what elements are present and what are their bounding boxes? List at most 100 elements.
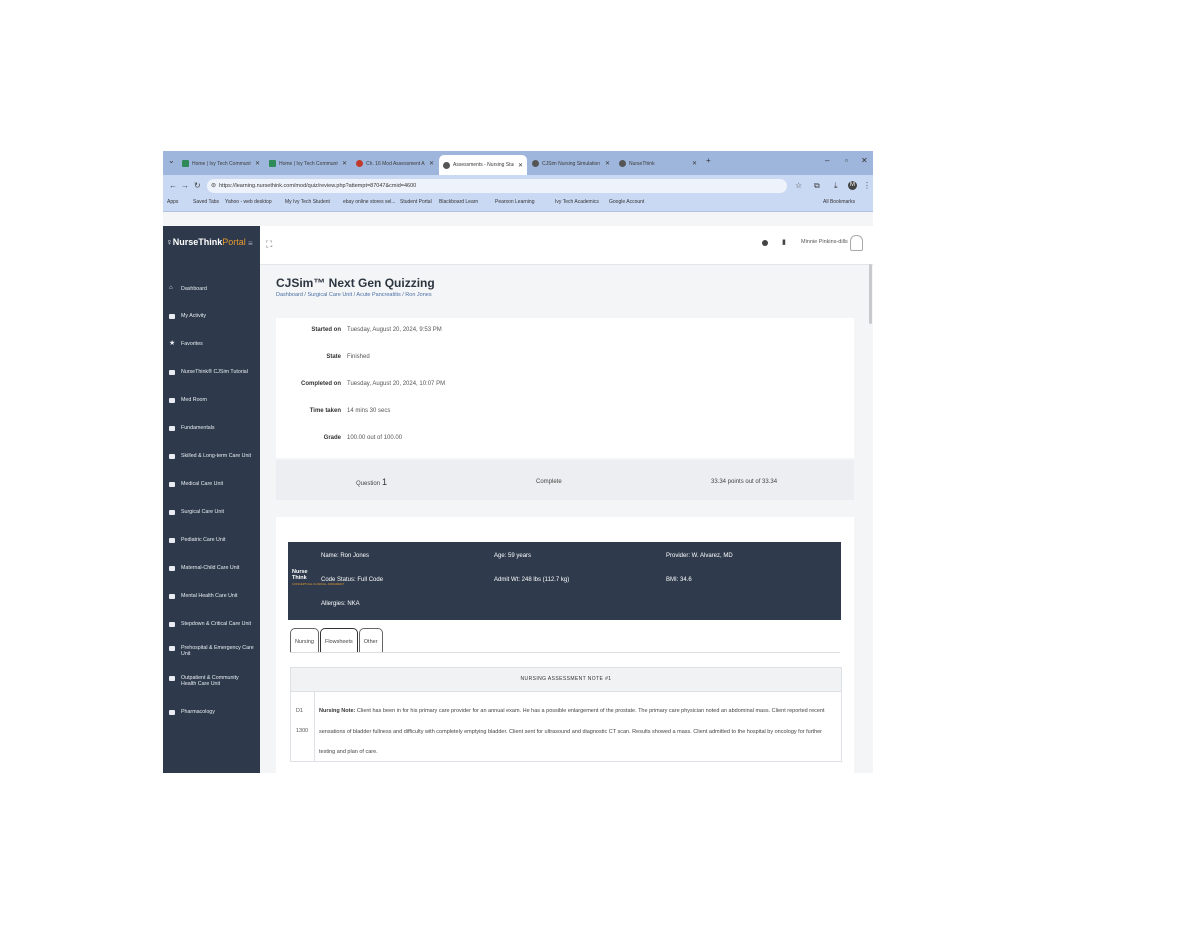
summary-label: State [326,354,341,360]
patient-banner: Nurse Think CONCEPTUAL CLINICAL JUDGMENT… [288,542,841,620]
sidebar-item-medical-care[interactable]: Medical Care Unit [169,481,255,487]
summary-label: Started on [311,327,341,333]
question-panel: Nurse Think CONCEPTUAL CLINICAL JUDGMENT… [276,517,854,773]
sidebar-item-outpatient-community[interactable]: Outpatient & Community Health Care Unit [169,675,255,687]
browser-tab-3[interactable]: Ch. 16 Mod Assessment Ans ✕ [352,154,438,173]
tab-title: Ch. 16 Mod Assessment Ans [366,160,425,167]
close-icon[interactable]: ✕ [518,162,523,169]
sidebar-item-prehospital-emergency[interactable]: Prehospital & Emergency Care Unit [169,645,255,657]
sidebar-item-maternal-child[interactable]: Maternal-Child Care Unit [169,565,255,571]
user-name[interactable]: Minnie Pinkins-dills [801,239,848,245]
tab-divider [290,652,840,653]
sidebar-item-label: Favorites [181,341,203,347]
favicon-icon [182,160,189,167]
browser-tab-active[interactable]: Assessments - Nursing Studen ✕ [439,155,527,175]
new-tab-button[interactable]: + [706,156,711,165]
note-day: D1 [296,708,304,714]
bookmark-blackboard[interactable]: Blackboard Learn [439,199,478,205]
brand-suffix: Portal [222,237,246,247]
close-icon[interactable]: ✕ [692,160,697,167]
sidebar-item-label: Dashboard [181,286,207,292]
sidebar-item-stepdown-critical[interactable]: Stepdown & Critical Care Unit [169,621,255,627]
tab-other[interactable]: Other [358,628,383,653]
sidebar-item-label: Med Room [181,397,207,403]
question-number: Question 1 [356,477,387,487]
close-icon[interactable]: ✕ [255,160,260,167]
chat-icon[interactable] [762,240,768,246]
question-number-value: 1 [382,477,388,487]
profile-avatar[interactable]: M [848,181,857,190]
menu-toggle-icon[interactable]: ≡ [248,239,253,248]
page-scrollbar[interactable] [869,264,872,324]
close-icon[interactable]: ✕ [605,160,610,167]
close-icon[interactable]: ✕ [429,160,434,167]
sidebar-item-pediatric-care[interactable]: Pediatric Care Unit [169,537,255,543]
address-bar-row: ← → ↻ ⊜ https://learning.nursethink.com/… [163,175,873,197]
close-icon[interactable]: ✕ [342,160,347,167]
favicon-icon [356,160,363,167]
fullscreen-icon[interactable]: ⛶ [266,239,272,250]
bookmark-ivy-tech[interactable]: My Ivy Tech Student [285,199,330,205]
sidebar-item-skilled-long-term[interactable]: Skilled & Long-term Care Unit [169,453,255,459]
attempt-summary: Started on Tuesday, August 20, 2024, 9:53… [276,318,854,458]
brand-logo[interactable]: ♀NurseThinkPortal [166,237,246,247]
patient-provider: Provider: W. Alvarez, MD [666,553,733,559]
site-info-icon[interactable]: ⊜ [211,179,216,193]
bookmark-student-portal[interactable]: Student Portal [400,199,432,205]
minimize-icon[interactable]: – [825,156,829,165]
bookmark-google-account[interactable]: Google Account [609,199,644,205]
question-info-bar: Question 1 Complete 33.34 points out of 3… [276,460,854,500]
browser-tab-5[interactable]: CJSim Nursing Simulation ✕ [528,154,614,173]
note-row: D1 1300 Nursing Note: Client has been in… [291,692,841,761]
window-close-icon[interactable]: ✕ [861,156,868,165]
summary-value: 14 mins 30 secs [347,408,391,414]
extensions-icon[interactable]: ⧉ [814,181,820,191]
sidebar-item-cjsim-tutorial[interactable]: NurseThink® CJSim Tutorial [169,369,255,375]
sidebar-item-fundamentals[interactable]: Fundamentals [169,425,255,431]
maximize-icon[interactable]: ▫ [845,156,848,165]
favicon-icon [443,161,450,169]
bookmark-yahoo[interactable]: Yahoo - web desktop [225,199,272,205]
all-bookmarks-folder[interactable]: All Bookmarks [823,199,855,205]
sidebar-item-label: Mental Health Care Unit [181,593,238,599]
bookmark-star-icon[interactable]: ☆ [795,181,802,190]
sidebar-item-label: Outpatient & Community Health Care Unit [181,675,239,687]
star-icon: ★ [169,340,176,347]
tab-strip: ⌄ Home | Ivy Tech Community Co ✕ Home | … [163,151,873,175]
back-icon[interactable]: ← [169,181,177,190]
sidebar-item-label: Medical Care Unit [181,481,224,487]
kebab-menu-icon[interactable]: ⋮ [863,181,871,190]
home-icon: ⌂ [169,285,173,291]
browser-tab-1[interactable]: Home | Ivy Tech Community Co ✕ [178,154,264,173]
browser-tab-6[interactable]: NurseThink ✕ [615,154,701,173]
sidebar-item-med-room[interactable]: Med Room [169,397,255,403]
downloads-icon[interactable]: ⤓ [834,181,838,191]
user-avatar[interactable] [850,235,863,251]
tab-nursing[interactable]: Nursing [290,628,319,653]
lightbulb-icon: ♀ [166,237,173,247]
bookmark-saved-tabs[interactable]: Saved Tabs [193,199,219,205]
bell-icon[interactable]: ▮ [782,238,786,246]
sidebar-item-pharmacology[interactable]: Pharmacology [169,709,255,715]
sidebar-item-mental-health[interactable]: Mental Health Care Unit [169,593,255,599]
folder-icon [169,314,175,319]
sidebar-item-label: Prehospital & Emergency Care Unit [181,645,254,657]
tab-flowsheets[interactable]: Flowsheets [319,628,358,653]
bookmark-ivy-tech-academics[interactable]: Ivy Tech Academics [555,199,599,205]
breadcrumb[interactable]: Dashboard / Surgical Care Unit / Acute P… [276,292,432,298]
tab-title: Assessments - Nursing Studen [453,162,514,168]
bookmark-ebay[interactable]: ebay online stores sel... [343,199,396,205]
sidebar-item-label: Skilled & Long-term Care Unit [181,453,252,459]
bookmark-apps[interactable]: Apps [167,199,178,205]
sidebar-item-dashboard[interactable]: ⌂ Dashboard [169,285,255,292]
forward-icon[interactable]: → [181,181,189,190]
sidebar-item-label: NurseThink® CJSim Tutorial [181,369,248,375]
sidebar-item-my-activity[interactable]: My Activity [169,313,255,319]
sidebar-item-surgical-care[interactable]: Surgical Care Unit [169,509,255,515]
reload-icon[interactable]: ↻ [194,181,201,190]
tab-search-icon[interactable]: ⌄ [168,156,175,165]
bookmark-pearson[interactable]: Pearson Learning [495,199,534,205]
browser-tab-2[interactable]: Home | Ivy Tech Community C ✕ [265,154,351,173]
sidebar-item-favorites[interactable]: ★ Favorites [169,340,255,347]
url-bar[interactable]: ⊜ https://learning.nursethink.com/mod/qu… [207,179,787,193]
